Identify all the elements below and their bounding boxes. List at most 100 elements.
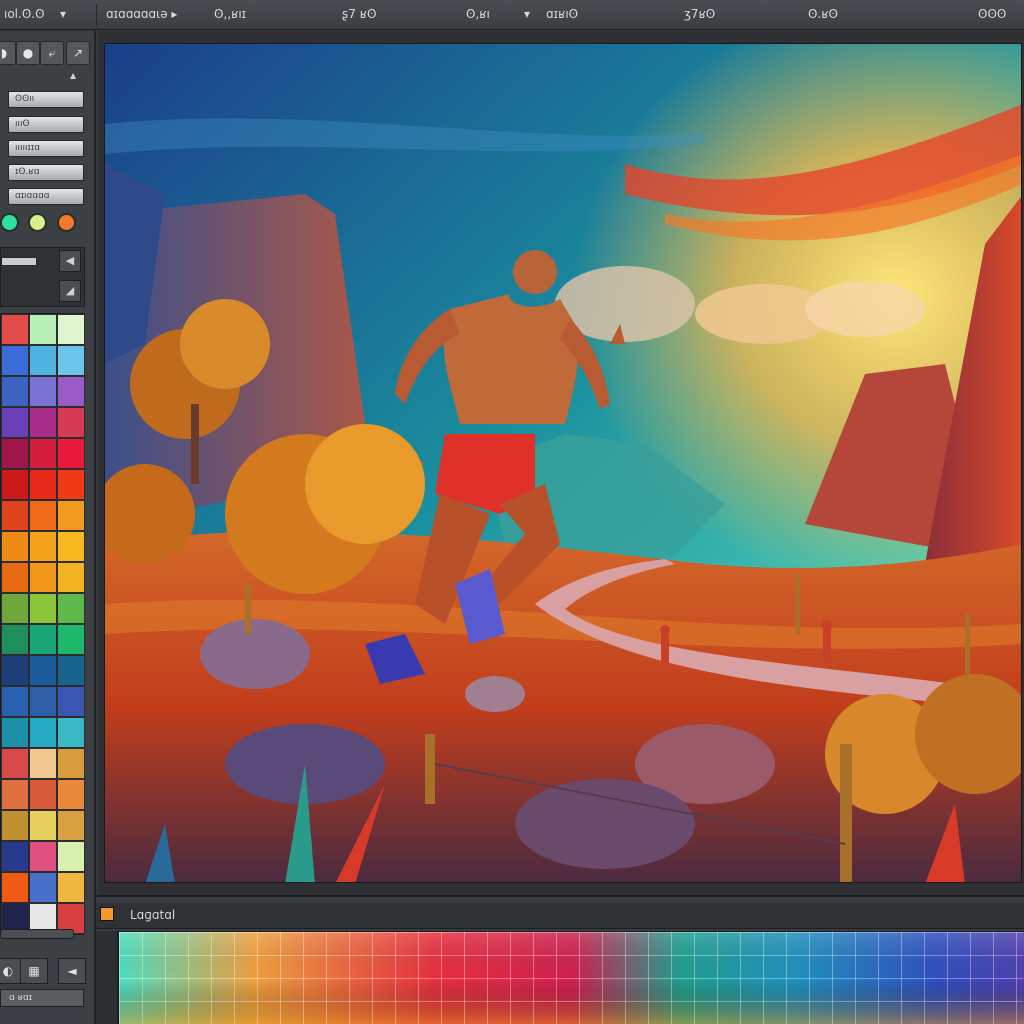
palette-swatch[interactable] bbox=[57, 531, 85, 562]
panel-button-2[interactable]: ıııʘ bbox=[8, 116, 84, 133]
panel-button-4[interactable]: ɪʘ.ʁɑ bbox=[8, 164, 84, 181]
palette-swatch[interactable] bbox=[1, 593, 29, 624]
palette-swatch[interactable] bbox=[57, 438, 85, 469]
palette-swatch[interactable] bbox=[29, 531, 57, 562]
palette-swatch[interactable] bbox=[57, 779, 85, 810]
palette-swatch[interactable] bbox=[1, 531, 29, 562]
palette-swatch[interactable] bbox=[29, 438, 57, 469]
palette-swatch[interactable] bbox=[57, 810, 85, 841]
palette-swatch[interactable] bbox=[1, 717, 29, 748]
palette-swatch[interactable] bbox=[57, 314, 85, 345]
palette-swatch[interactable] bbox=[57, 841, 85, 872]
color-dot-orange[interactable] bbox=[57, 213, 76, 232]
panel-button-3[interactable]: ıııııɪɪɑ bbox=[8, 140, 84, 157]
color-spectrum-picker[interactable] bbox=[118, 931, 1024, 1024]
play-left-icon[interactable]: ◀ bbox=[59, 250, 81, 272]
toolbar-readout-5[interactable]: ʘ,ʁı bbox=[466, 7, 490, 21]
palette-swatch[interactable] bbox=[29, 407, 57, 438]
toolbar-readout-2[interactable]: ɑɪɑɑɑɑɑɩə ▸ bbox=[106, 7, 177, 21]
palette-swatch[interactable] bbox=[29, 376, 57, 407]
palette-swatch[interactable] bbox=[29, 779, 57, 810]
palette-swatch[interactable] bbox=[57, 593, 85, 624]
toolbar-dropdown-2[interactable]: ▾ bbox=[524, 7, 530, 21]
palette-swatch[interactable] bbox=[57, 655, 85, 686]
palette-swatch[interactable] bbox=[1, 779, 29, 810]
toolbar-readout-3[interactable]: ʘ,,ʁıɪ bbox=[214, 7, 246, 21]
leaf-icon[interactable]: ◢ bbox=[59, 280, 81, 302]
circle-tool-icon[interactable]: ● bbox=[16, 41, 40, 65]
color-dot-green[interactable] bbox=[0, 213, 19, 232]
palette-swatch[interactable] bbox=[57, 624, 85, 655]
palette-swatch[interactable] bbox=[57, 717, 85, 748]
palette-swatch[interactable] bbox=[57, 407, 85, 438]
palette-swatch[interactable] bbox=[1, 500, 29, 531]
color-dot-lime[interactable] bbox=[28, 213, 47, 232]
palette-swatch[interactable] bbox=[1, 748, 29, 779]
toolbar-readout-1[interactable]: ıol.ʘ.ʘ bbox=[4, 7, 45, 21]
palette-swatch[interactable] bbox=[29, 593, 57, 624]
palette-swatch[interactable] bbox=[57, 562, 85, 593]
runner-landscape-painting bbox=[105, 44, 1021, 882]
panel-button-1[interactable]: ʘʘıı bbox=[8, 91, 84, 108]
palette-swatch[interactable] bbox=[29, 841, 57, 872]
paint-app-window: ıol.ʘ.ʘ ▾ ɑɪɑɑɑɑɑɩə ▸ ʘ,,ʁıɪ ʂ7 ʁʘ ʘ,ʁı … bbox=[0, 0, 1024, 1024]
tool-panel: ◗ ● ⤶ ↗ ▲ ʘʘıı ıııʘ ıııııɪɪɑ ɪʘ.ʁɑ ɑɪıɑɑ… bbox=[0, 31, 96, 1024]
palette-swatch[interactable] bbox=[29, 717, 57, 748]
palette-swatch[interactable] bbox=[1, 872, 29, 903]
palette-swatch[interactable] bbox=[29, 562, 57, 593]
spectrum-side-strip bbox=[96, 931, 118, 1024]
palette-swatch[interactable] bbox=[29, 314, 57, 345]
palette-swatch[interactable] bbox=[57, 748, 85, 779]
palette-swatch[interactable] bbox=[29, 655, 57, 686]
artwork-canvas[interactable] bbox=[104, 43, 1022, 883]
grid-icon[interactable]: ▦ bbox=[20, 958, 48, 984]
toolbar-readout-4[interactable]: ʂ7 ʁʘ bbox=[342, 7, 376, 21]
collapse-marker-icon[interactable]: ▲ bbox=[70, 71, 76, 80]
panel-button-5[interactable]: ɑɪıɑɑɑɑ bbox=[8, 188, 84, 205]
pen-icon[interactable]: ↗ bbox=[66, 41, 90, 65]
layer-bar: Lɑɡɑtɑl bbox=[96, 903, 1024, 929]
palette-swatch[interactable] bbox=[1, 562, 29, 593]
tool-row: ◗ ● ⤶ ↗ bbox=[0, 41, 92, 67]
palette-swatch[interactable] bbox=[29, 624, 57, 655]
palette-swatch[interactable] bbox=[1, 469, 29, 500]
palette-swatch[interactable] bbox=[29, 345, 57, 376]
palette-swatch[interactable] bbox=[29, 810, 57, 841]
palette-swatch[interactable] bbox=[57, 686, 85, 717]
palette-swatch[interactable] bbox=[1, 314, 29, 345]
palette-swatch[interactable] bbox=[1, 810, 29, 841]
panel-footer-field[interactable]: ɑ ʁɑɪ bbox=[0, 989, 84, 1007]
color-mixer-panel: Lɑɡɑtɑl bbox=[96, 895, 1024, 1024]
palette-swatch[interactable] bbox=[57, 345, 85, 376]
eyedropper-icon[interactable]: ⤶ bbox=[40, 41, 64, 65]
layer-color-swatch[interactable] bbox=[100, 907, 114, 921]
toolbar-readout-9[interactable]: ʘʘʘ bbox=[978, 7, 1006, 21]
palette-swatch[interactable] bbox=[1, 407, 29, 438]
globe-icon[interactable]: ◐ bbox=[0, 958, 22, 984]
toolbar-readout-6[interactable]: ɑɪʁıʘ bbox=[546, 7, 578, 21]
toolbar-dropdown-1[interactable]: ▾ bbox=[60, 7, 66, 21]
palette-swatch[interactable] bbox=[1, 624, 29, 655]
palette-swatch[interactable] bbox=[57, 500, 85, 531]
palette-swatch[interactable] bbox=[57, 872, 85, 903]
palette-swatch[interactable] bbox=[1, 376, 29, 407]
palette-swatch[interactable] bbox=[1, 438, 29, 469]
send-icon[interactable]: ◄ bbox=[58, 958, 86, 984]
palette-swatch[interactable] bbox=[29, 469, 57, 500]
toolbar-readout-7[interactable]: ʒ7ʁʘ bbox=[684, 7, 715, 21]
brush-size-slider[interactable] bbox=[1, 257, 37, 266]
brush-icon[interactable]: ◗ bbox=[0, 41, 16, 65]
toolbar-readout-8[interactable]: ʘ.ʁʘ bbox=[808, 7, 838, 21]
palette-swatch[interactable] bbox=[29, 872, 57, 903]
palette-swatch[interactable] bbox=[29, 500, 57, 531]
palette-swatch[interactable] bbox=[57, 376, 85, 407]
panel-scrollbar[interactable] bbox=[0, 929, 74, 939]
palette-swatch[interactable] bbox=[1, 655, 29, 686]
palette-swatch[interactable] bbox=[1, 841, 29, 872]
palette-swatch[interactable] bbox=[1, 686, 29, 717]
palette-swatch[interactable] bbox=[57, 469, 85, 500]
layer-name-label[interactable]: Lɑɡɑtɑl bbox=[130, 908, 175, 922]
palette-swatch[interactable] bbox=[29, 748, 57, 779]
palette-swatch[interactable] bbox=[1, 345, 29, 376]
palette-swatch[interactable] bbox=[29, 686, 57, 717]
